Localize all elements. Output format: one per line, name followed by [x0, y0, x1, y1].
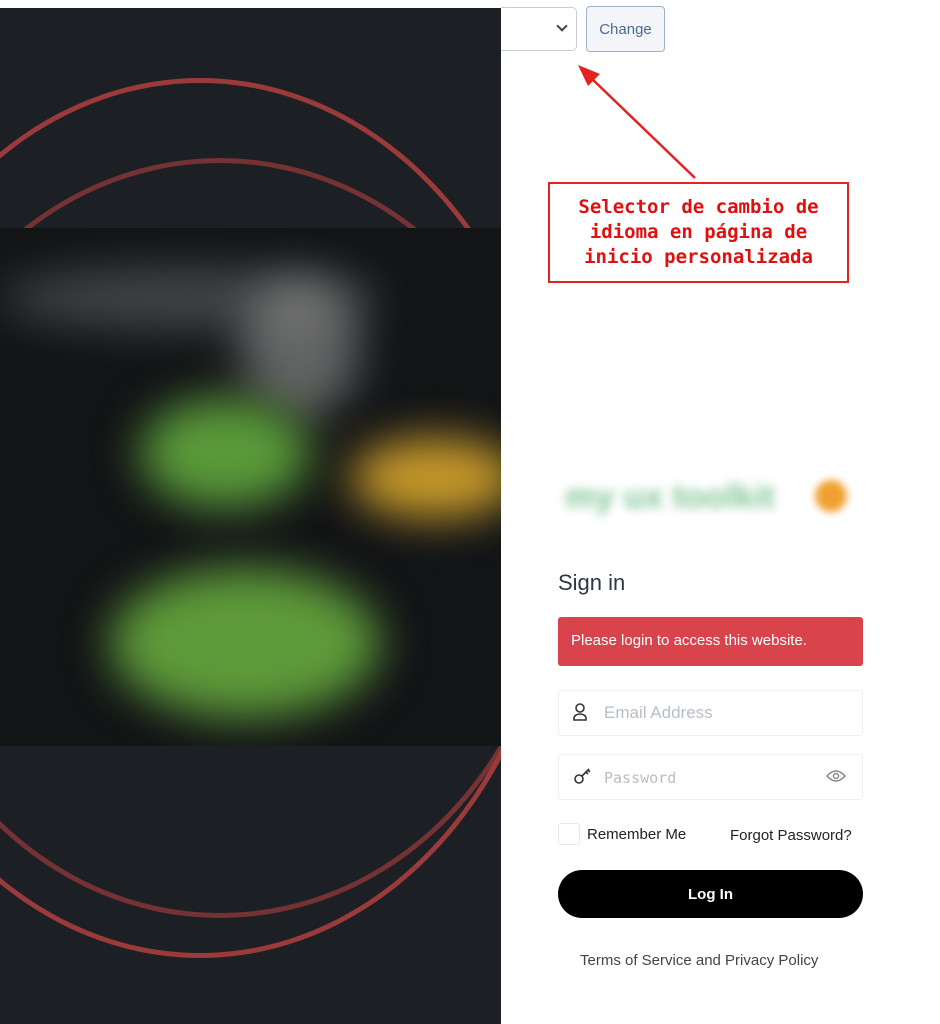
remember-me-label: Remember Me	[587, 826, 687, 843]
annotation-callout: Selector de cambio de idioma en página d…	[548, 182, 849, 283]
login-alert: Please login to access this website.	[558, 617, 863, 666]
chevron-down-icon	[556, 20, 568, 32]
annotation-line: Selector de cambio de	[578, 196, 819, 218]
email-input[interactable]	[604, 703, 824, 723]
language-select[interactable]	[501, 7, 577, 51]
page-title: Sign in	[558, 570, 626, 595]
site-logo: my ux toolkit	[565, 478, 775, 516]
login-button[interactable]: Log In	[558, 870, 863, 918]
background-image-panel	[0, 8, 501, 1024]
change-language-button[interactable]: Change	[586, 6, 665, 52]
forgot-password-link[interactable]: Forgot Password?	[730, 827, 852, 844]
user-icon	[573, 703, 587, 726]
password-field[interactable]	[558, 754, 863, 800]
eye-icon[interactable]	[825, 767, 847, 788]
remember-me-checkbox[interactable]	[558, 823, 580, 845]
terms-link[interactable]: Terms of Service and Privacy Policy	[580, 952, 818, 969]
password-input[interactable]	[604, 769, 824, 787]
site-logo-dot	[815, 480, 847, 512]
annotation-arrow	[578, 65, 696, 179]
annotation-line: inicio personalizada	[584, 246, 813, 268]
annotation-line: idioma en página de	[589, 221, 808, 243]
blurred-logo-image	[0, 228, 501, 746]
key-icon	[573, 767, 593, 790]
email-field[interactable]	[558, 690, 863, 736]
